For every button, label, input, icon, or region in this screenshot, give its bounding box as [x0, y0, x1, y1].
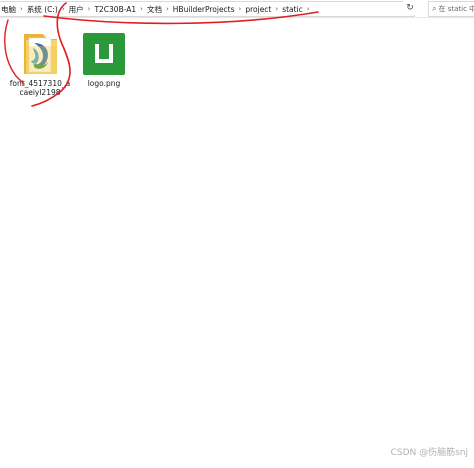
crumb-this-pc[interactable]: 电脑	[0, 4, 17, 15]
search-placeholder: 在 static 中搜	[438, 5, 474, 13]
folder-icon	[24, 34, 57, 74]
refresh-button[interactable]: ↻	[403, 1, 417, 15]
red-annotation-marks	[4, 2, 319, 107]
crumb-separator: ›	[165, 5, 169, 13]
file-name: logo.png	[87, 79, 121, 88]
csdn-watermark: CSDN @伤脑筋snj	[390, 448, 468, 458]
crumb-separator: ›	[140, 5, 143, 13]
crumb-user-account[interactable]: T2C30B-A1	[93, 5, 137, 14]
refresh-icon: ↻	[406, 3, 414, 13]
crumb-hbuilder-projects[interactable]: HBuilderProjects	[172, 5, 236, 14]
crumb-project[interactable]: project	[244, 5, 272, 14]
crumb-drive-c[interactable]: 系统 (C:)	[26, 4, 59, 15]
crumb-separator: ›	[238, 5, 242, 13]
file-item-font-folder[interactable]: font_4517310_acaeiyl2198	[9, 30, 71, 97]
file-item-logo-png[interactable]: logo.png	[73, 30, 135, 88]
crumb-separator: ›	[87, 5, 91, 13]
crumb-separator: ›	[275, 5, 279, 13]
explorer-toolbar: 电脑 › 系统 (C:) › 用户 › T2C30B-A1 › 文档 › HBu…	[0, 0, 474, 18]
search-icon: ⌕	[432, 4, 437, 13]
address-bar[interactable]: 电脑 › 系统 (C:) › 用户 › T2C30B-A1 › 文档 › HBu…	[0, 1, 415, 17]
crumb-documents[interactable]: 文档	[146, 4, 163, 15]
image-file-icon	[83, 33, 125, 75]
crumb-separator: ›	[306, 5, 310, 13]
crumb-separator: ›	[20, 5, 23, 13]
crumb-separator: ›	[61, 5, 65, 13]
crumb-users[interactable]: 用户	[68, 4, 85, 15]
crumb-static[interactable]: static	[281, 5, 304, 14]
search-input[interactable]: ⌕ 在 static 中搜	[428, 1, 474, 17]
file-name: font_4517310_acaeiyl2198	[9, 79, 71, 97]
